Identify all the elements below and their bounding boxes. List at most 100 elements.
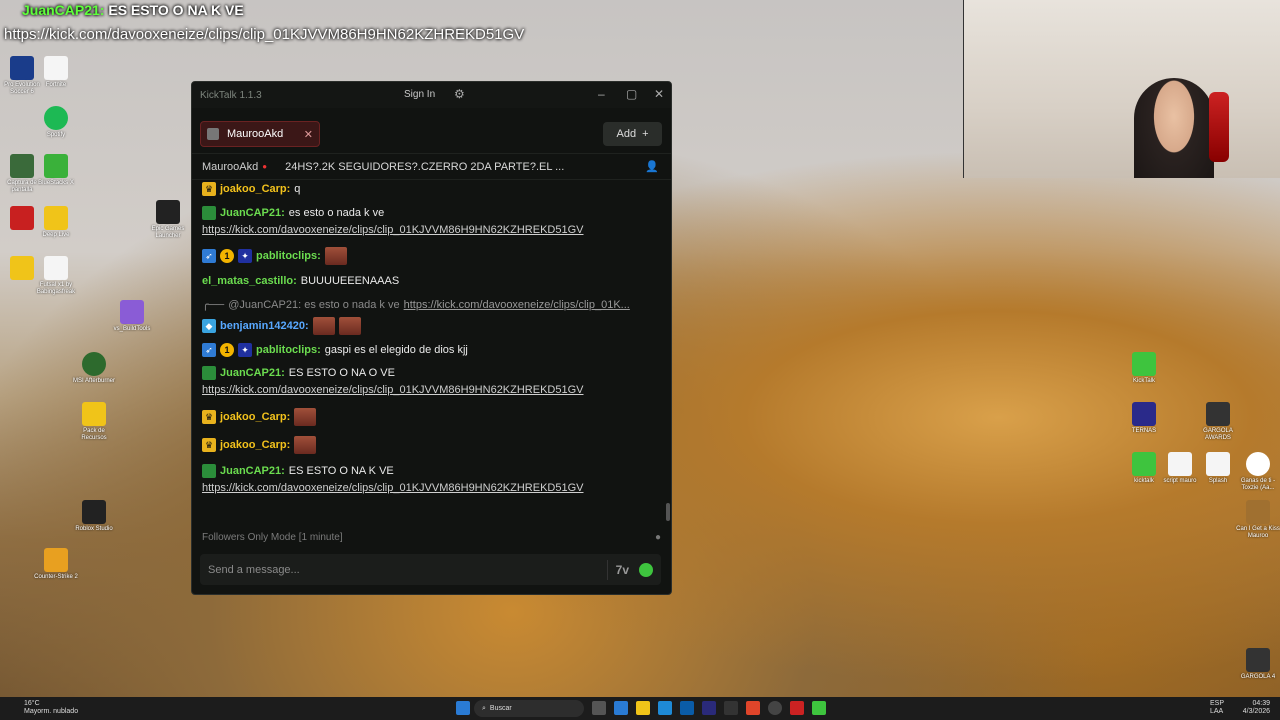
kick-emote-icon[interactable]: [639, 562, 653, 577]
tab-channel[interactable]: MaurooAkd ✕: [200, 121, 320, 147]
desktop-icon-kiss[interactable]: Can I Get a Kiss Mauroo: [1236, 500, 1280, 540]
taskbar: 16°C Mayorm. nublado ⌕ Buscar ESP LAA 04…: [0, 697, 1280, 720]
desktop-icon-ganas[interactable]: Ganas de ti - Toxzie (Aa...: [1236, 452, 1280, 492]
weather-widget[interactable]: 16°C Mayorm. nublado: [24, 700, 78, 716]
desktop-icon-spotify[interactable]: Spotify: [34, 106, 78, 139]
reply-link[interactable]: https://kick.com/davooxeneize/clips/clip…: [404, 299, 630, 311]
add-button[interactable]: Add +: [603, 122, 662, 146]
desktop-icon-ternas[interactable]: TERNAS: [1122, 402, 1166, 435]
modpack-icon: [10, 206, 34, 230]
desktop-icon-script[interactable]: script mauro: [1158, 452, 1202, 485]
desktop-icon-splash[interactable]: Splash: [1196, 452, 1240, 485]
7tv-emote-icon[interactable]: 7v: [616, 563, 629, 577]
edge-icon[interactable]: [658, 701, 672, 715]
username[interactable]: joakoo_Carp:: [220, 411, 290, 423]
widgets-icon[interactable]: [614, 701, 628, 715]
username[interactable]: pablitoclips:: [256, 250, 321, 262]
desktop-icon-bluestacks[interactable]: BlueStacks X: [34, 154, 78, 187]
username[interactable]: joakoo_Carp:: [220, 183, 290, 195]
close-icon[interactable]: ✕: [654, 87, 664, 101]
chat-message: JuanCAP21: ES ESTO O NA O VE: [202, 366, 395, 380]
app-icon[interactable]: [724, 701, 738, 715]
message-link[interactable]: https://kick.com/davooxeneize/clips/clip…: [202, 482, 584, 494]
cs-icon: [44, 548, 68, 572]
folder-icon: [44, 206, 68, 230]
message-link[interactable]: https://kick.com/davooxeneize/clips/clip…: [202, 384, 584, 396]
message-link-line: https://kick.com/davooxeneize/clips/clip…: [202, 384, 584, 396]
obs-icon[interactable]: [768, 701, 782, 715]
desktop-icon-kicktalk[interactable]: KickTalk: [1122, 352, 1166, 385]
username[interactable]: joakoo_Carp:: [220, 439, 290, 451]
clock[interactable]: 04:39 4/3/2026: [1243, 700, 1270, 716]
kicktalk-icon: [1132, 352, 1156, 376]
desktop-icon-roblox[interactable]: Roblox Studio: [72, 500, 116, 533]
task-view-icon[interactable]: [592, 701, 606, 715]
chat-messages: ♛ joakoo_Carp: q JuanCAP21: es esto o na…: [192, 181, 671, 523]
minimize-icon[interactable]: –: [598, 87, 605, 101]
epic-icon: [156, 200, 180, 224]
desktop-icon-vsbuild[interactable]: vs_BuildTools: [110, 300, 154, 333]
stream-title: 24HS?.2K SEGUIDORES?.CZERRO 2DA PARTE?.E…: [285, 160, 565, 173]
user-icon[interactable]: 👤: [645, 160, 659, 173]
gargola-icon: [1246, 648, 1270, 672]
overlay-username: JuanCAP21:: [22, 2, 105, 18]
weather-desc: Mayorm. nublado: [24, 708, 79, 715]
webcam-overlay: [963, 0, 1280, 178]
audio-icon: [1246, 500, 1270, 524]
desktop-icon-epic[interactable]: Epic Games Launcher: [146, 200, 190, 240]
live-dot-icon: ●: [262, 162, 268, 171]
kick-badge-icon: ➶: [202, 343, 216, 357]
desktop-icon-cs2[interactable]: Counter-Strike 2: [34, 548, 78, 581]
message-text: ES ESTO O NA K VE: [288, 465, 394, 477]
message-input[interactable]: [208, 563, 599, 576]
youtube-icon[interactable]: [790, 701, 804, 715]
username[interactable]: benjamin142420:: [220, 320, 309, 332]
kicktalk-icon: [1132, 452, 1156, 476]
search-box[interactable]: ⌕ Buscar: [474, 700, 584, 717]
message-text: q: [294, 183, 301, 195]
username[interactable]: JuanCAP21:: [220, 465, 285, 477]
app-title: KickTalk 1.1.3: [200, 89, 262, 101]
maximize-icon[interactable]: ▢: [626, 87, 637, 101]
gargola-icon: [1206, 402, 1230, 426]
language-indicator[interactable]: ESP LAA: [1210, 700, 1224, 716]
message-text: ES ESTO O NA O VE: [288, 367, 395, 379]
desktop-icon-fortnite[interactable]: Fortnite: [34, 56, 78, 89]
store-icon[interactable]: [680, 701, 694, 715]
one-badge-icon: 1: [220, 343, 234, 357]
start-icon[interactable]: [456, 701, 470, 715]
desktop-icon-gargola-awards[interactable]: GARGOLA AWARDS: [1196, 402, 1240, 442]
reply-text: @JuanCAP21: es esto o nada k ve: [228, 298, 400, 311]
brave-icon[interactable]: [746, 701, 760, 715]
close-tab-icon[interactable]: ✕: [304, 128, 313, 141]
desktop-icon-msi[interactable]: MSI Afterburner: [72, 352, 116, 385]
crown-badge-icon: ♛: [202, 182, 216, 196]
explorer-icon[interactable]: [636, 701, 650, 715]
premiere-icon[interactable]: [702, 701, 716, 715]
sign-in-button[interactable]: Sign In: [404, 89, 435, 100]
message-text: gaspi es el elegido de dios kjj: [324, 344, 468, 356]
desktop-icon-gargola4[interactable]: GARGOLA 4: [1236, 648, 1280, 681]
chat-scrollbar[interactable]: [666, 503, 670, 521]
desktop-icon-futsal[interactable]: Futsal x1 by Babingasfreak: [34, 256, 78, 296]
reply-preview[interactable]: ╭── @JuanCAP21: es esto o nada k ve http…: [202, 298, 630, 312]
username[interactable]: JuanCAP21:: [220, 367, 285, 379]
message-text: BUUUUEEENAAAS: [300, 275, 400, 287]
username[interactable]: JuanCAP21:: [220, 207, 285, 219]
desktop-icon-pack[interactable]: Pack de Recursos: [72, 402, 116, 442]
chat-message: el_matas_castillo: BUUUUEEENAAAS: [202, 275, 399, 287]
chat-message: ➶ 1 ✦ pablitoclips:: [202, 247, 347, 265]
clock-date: 4/3/2026: [1242, 708, 1270, 715]
message-link[interactable]: https://kick.com/davooxeneize/clips/clip…: [202, 224, 584, 236]
kicktalk-taskbar-icon[interactable]: [812, 701, 826, 715]
capture-icon: [10, 154, 34, 178]
desktop-icon-deeplive[interactable]: Deep Live: [34, 206, 78, 239]
username[interactable]: pablitoclips:: [256, 344, 321, 356]
sub-badge-icon: [202, 206, 216, 220]
gear-icon[interactable]: ⚙: [454, 87, 465, 101]
username[interactable]: el_matas_castillo:: [202, 275, 297, 287]
chat-message: ♛ joakoo_Carp:: [202, 436, 317, 454]
info-icon[interactable]: ●: [655, 532, 661, 543]
file-icon: [44, 256, 68, 280]
reply-arrow-icon: ╭──: [202, 299, 225, 311]
